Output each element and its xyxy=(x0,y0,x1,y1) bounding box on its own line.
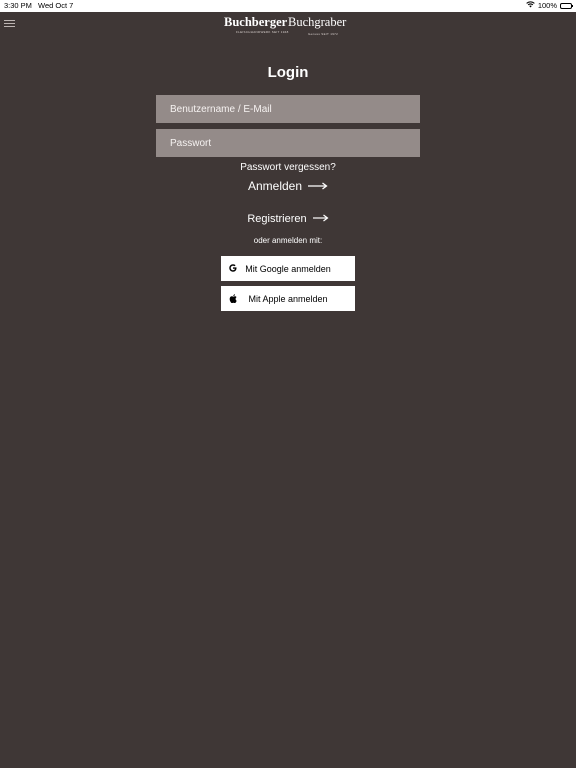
logo-buchgraber: Buchgraber xyxy=(288,15,347,29)
google-login-label: Mit Google anmelden xyxy=(245,263,331,274)
status-date: Wed Oct 7 xyxy=(38,1,74,10)
logo-buchberger-tagline: FLEISCHHANDWERK SEIT 1948 xyxy=(236,30,289,34)
status-time: 3:30 PM xyxy=(4,1,32,10)
status-bar: 3:30 PM Wed Oct 7 100% xyxy=(0,0,576,12)
apple-logo-icon xyxy=(228,293,238,303)
page-title: Login xyxy=(267,64,309,81)
logo-buchgraber-tagline: Genuss SEIT 1972 xyxy=(308,32,339,36)
register-button-label: Registrieren xyxy=(247,213,307,225)
brand-logo: Buchberger FLEISCHHANDWERK SEIT 1948 Buc… xyxy=(224,14,354,38)
status-indicators: 100% xyxy=(526,0,573,12)
username-input[interactable] xyxy=(156,95,420,123)
apple-login-label: Mit Apple anmelden xyxy=(248,293,328,304)
battery-percent: 100% xyxy=(537,1,557,10)
wifi-icon xyxy=(526,0,535,12)
google-login-button[interactable]: Mit Google anmelden xyxy=(221,256,355,281)
hamburger-menu-icon[interactable] xyxy=(4,20,15,29)
long-right-arrow-icon xyxy=(308,179,328,193)
register-button[interactable]: Registrieren xyxy=(0,213,576,225)
long-right-arrow-icon xyxy=(312,213,329,225)
apple-login-button[interactable]: Mit Apple anmelden xyxy=(221,286,355,311)
alt-login-label: oder anmelden mit: xyxy=(253,236,323,245)
logo-buchberger: Buchberger xyxy=(224,15,288,29)
battery-icon xyxy=(560,3,573,9)
password-input[interactable] xyxy=(156,129,420,157)
login-button[interactable]: Anmelden xyxy=(0,179,576,193)
google-g-icon xyxy=(228,263,238,273)
forgot-password-link[interactable]: Passwort vergessen? xyxy=(0,162,576,173)
login-button-label: Anmelden xyxy=(247,179,303,193)
